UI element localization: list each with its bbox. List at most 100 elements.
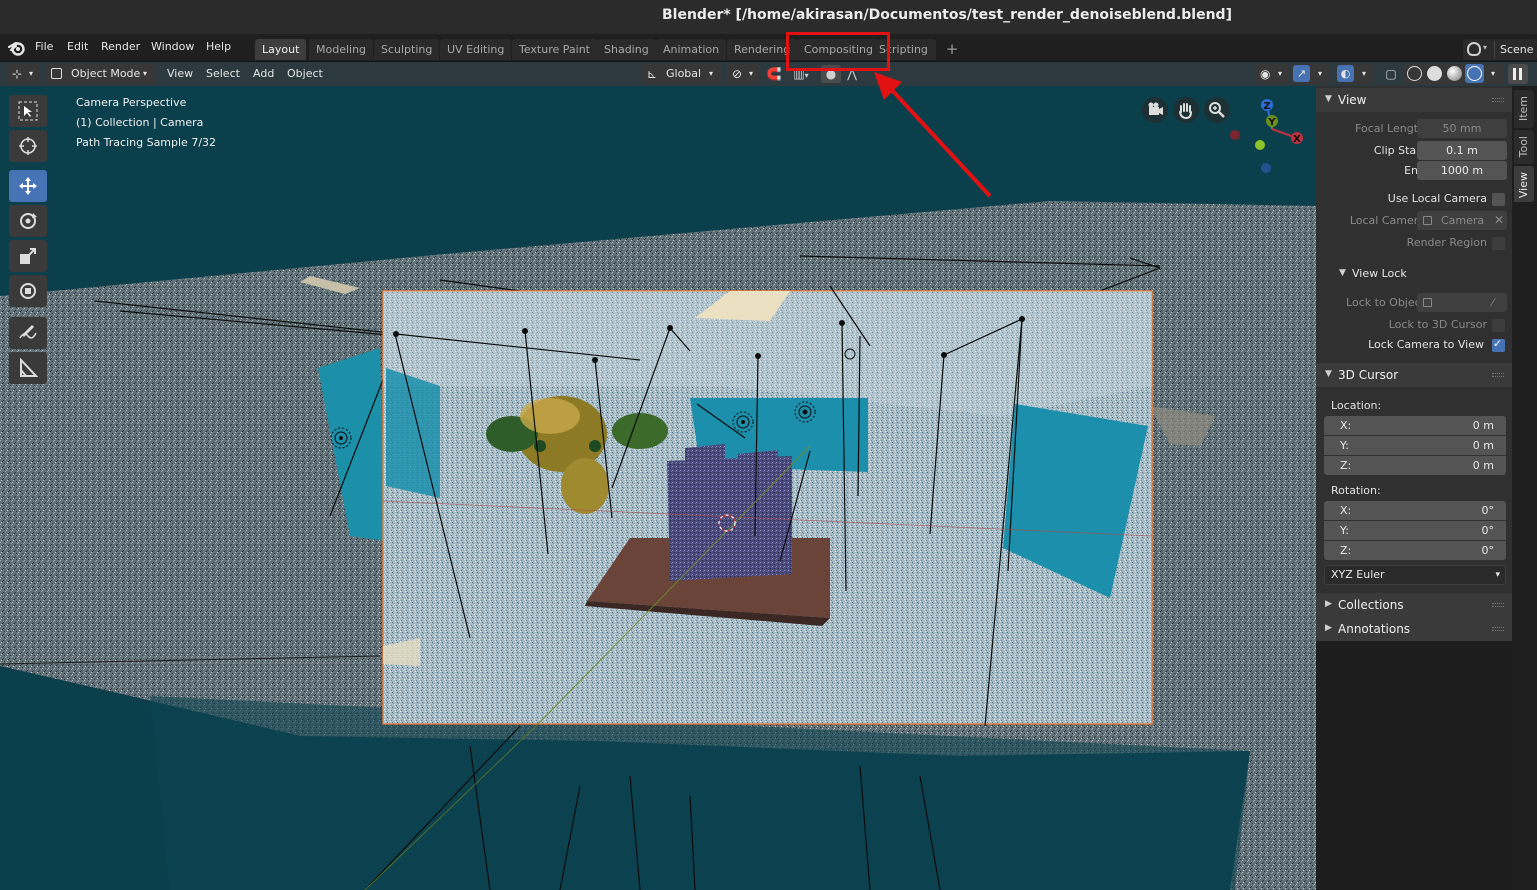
divider	[1494, 41, 1495, 58]
pause-render-button[interactable]	[1508, 64, 1528, 84]
cursor-location-y[interactable]: Y: 0 m	[1324, 436, 1506, 455]
drag-grip-icon[interactable]	[1492, 98, 1504, 102]
collections-panel-header[interactable]: ▶ Collections	[1316, 593, 1512, 617]
axes-icon: ⊹	[12, 67, 23, 81]
tab-animation[interactable]: Animation	[656, 39, 727, 60]
tab-shading[interactable]: Shading	[597, 39, 656, 60]
annotate-tool[interactable]	[9, 317, 47, 349]
render-region-label: Render Region	[1406, 236, 1487, 249]
local-camera-value: Camera	[1441, 214, 1485, 227]
axis-value: 0°	[1481, 504, 1495, 517]
axis-value: 0 m	[1472, 419, 1494, 432]
clear-icon[interactable]: ✕	[1494, 211, 1504, 230]
annotations-panel-header[interactable]: ▶ Annotations	[1316, 617, 1512, 641]
cursor-panel-header[interactable]: ▼ 3D Cursor	[1316, 363, 1512, 387]
cursor-rotation-z[interactable]: Z: 0°	[1324, 541, 1506, 560]
mode-dropdown[interactable]: Object Mode ▾	[46, 64, 156, 84]
solid-shading-icon[interactable]	[1427, 66, 1442, 81]
drag-grip-icon[interactable]	[1492, 627, 1504, 631]
menu-render[interactable]: Render	[101, 40, 140, 53]
orientation-label: Global	[666, 67, 702, 80]
tab-texture-paint[interactable]: Texture Paint	[512, 39, 597, 60]
collections-title: Collections	[1338, 598, 1404, 612]
lock-to-cursor-checkbox[interactable]	[1492, 319, 1505, 332]
transform-tool[interactable]	[9, 275, 47, 307]
local-camera-field[interactable]: Camera ✕	[1417, 211, 1507, 230]
select-box-tool[interactable]	[9, 95, 47, 127]
menu-edit[interactable]: Edit	[67, 40, 88, 53]
gizmo-x-label: X	[1293, 134, 1301, 145]
measure-tool[interactable]	[9, 352, 47, 384]
wireframe-shading-icon[interactable]	[1407, 66, 1422, 81]
camera-view-icon[interactable]	[1142, 97, 1168, 123]
xray-icon[interactable]: ▢	[1381, 65, 1401, 83]
pivot-dropdown[interactable]: ⊘ ▾	[727, 64, 759, 84]
tab-view[interactable]: View	[1514, 166, 1534, 202]
viewport-info-samples: Path Tracing Sample 7/32	[76, 136, 217, 149]
eye-icon: ◉	[1260, 67, 1271, 81]
clip-end-field[interactable]: 1000 m	[1417, 161, 1507, 180]
cursor-location-x[interactable]: X: 0 m	[1324, 416, 1506, 435]
tab-tool[interactable]: Tool	[1514, 130, 1534, 164]
lock-to-object-field[interactable]: ⁄	[1417, 293, 1507, 312]
focal-length-field[interactable]: 50 mm	[1417, 119, 1507, 138]
menu-file[interactable]: File	[35, 40, 53, 53]
add-menu[interactable]: Add	[253, 67, 274, 80]
tab-uv-editing[interactable]: UV Editing	[440, 39, 512, 60]
gizmo-toggle[interactable]: ↗ ▾	[1292, 64, 1330, 84]
annotations-title: Annotations	[1338, 622, 1411, 636]
sidebar-panel: ▼ View Focal Length 50 mm Clip Start 0.1…	[1316, 86, 1512, 641]
axis-gizmo[interactable]: Z Y X	[1222, 94, 1312, 184]
orientation-icon: ⊾	[647, 67, 658, 81]
rendered-shading-button[interactable]	[1465, 64, 1484, 83]
material-shading-icon[interactable]	[1447, 66, 1462, 81]
rendered-shading-icon	[1467, 66, 1482, 81]
pan-hand-icon[interactable]	[1173, 97, 1199, 123]
view-panel-header[interactable]: ▼ View	[1316, 88, 1512, 112]
add-workspace-icon[interactable]: +	[943, 41, 961, 59]
chevron-down-icon: ▾	[1495, 570, 1500, 580]
select-menu[interactable]: Select	[206, 67, 240, 80]
window-title: Blender* [/home/akirasan/Documentos/test…	[662, 7, 1232, 23]
overlay-toggle[interactable]: ◐ ▾	[1336, 64, 1374, 84]
tab-sculpting[interactable]: Sculpting	[374, 39, 440, 60]
cursor-rotation-y[interactable]: Y: 0°	[1324, 521, 1506, 540]
cursor-location-z[interactable]: Z: 0 m	[1324, 456, 1506, 475]
clip-start-field[interactable]: 0.1 m	[1417, 141, 1507, 160]
scene-selector[interactable]: ▾ Scene	[1463, 39, 1537, 60]
chevron-down-icon: ▾	[1483, 43, 1488, 52]
rotation-mode-select[interactable]: XYZ Euler ▾	[1324, 565, 1506, 585]
3d-viewport[interactable]: Camera Perspective (1) Collection | Came…	[0, 86, 1316, 890]
move-tool[interactable]	[9, 170, 47, 202]
snap-icon[interactable]: 🧲	[764, 65, 784, 83]
tab-layout[interactable]: Layout	[255, 39, 307, 60]
orientation-dropdown[interactable]: ⊾ Global ▾	[642, 64, 721, 84]
blender-logo-icon[interactable]	[8, 39, 26, 57]
cursor-rotation-x[interactable]: X: 0°	[1324, 501, 1506, 520]
shading-modes: ▾	[1404, 64, 1504, 84]
pause-icon	[1519, 68, 1522, 80]
axis-label: X:	[1340, 419, 1352, 432]
viewport-info-object: (1) Collection | Camera	[76, 116, 204, 129]
object-menu[interactable]: Object	[287, 67, 323, 80]
view-menu[interactable]: View	[167, 67, 193, 80]
local-camera-label: Local Camera	[1349, 214, 1425, 227]
editor-type-button[interactable]: ⊹ ▾	[7, 64, 40, 84]
object-visibility-dropdown[interactable]: ◉ ▾	[1256, 64, 1289, 84]
tab-item[interactable]: Item	[1514, 90, 1534, 128]
cursor-tool[interactable]	[9, 130, 47, 162]
drag-grip-icon[interactable]	[1492, 603, 1504, 607]
lock-camera-checkbox[interactable]	[1492, 337, 1505, 352]
eyedropper-icon[interactable]: ⁄	[1492, 293, 1494, 312]
chevron-down-icon: ▾	[1318, 69, 1323, 78]
scale-tool[interactable]	[9, 240, 47, 272]
render-region-checkbox[interactable]	[1492, 237, 1505, 250]
use-local-camera-checkbox[interactable]	[1492, 193, 1505, 206]
drag-grip-icon[interactable]	[1492, 373, 1504, 377]
rotate-tool[interactable]	[9, 205, 47, 237]
collapsed-arrow-icon: ▶	[1325, 623, 1332, 633]
tab-modeling[interactable]: Modeling	[309, 39, 374, 60]
menu-help[interactable]: Help	[206, 40, 231, 53]
menu-window[interactable]: Window	[151, 40, 194, 53]
view-lock-subheader[interactable]: ▼ View Lock	[1316, 263, 1512, 285]
